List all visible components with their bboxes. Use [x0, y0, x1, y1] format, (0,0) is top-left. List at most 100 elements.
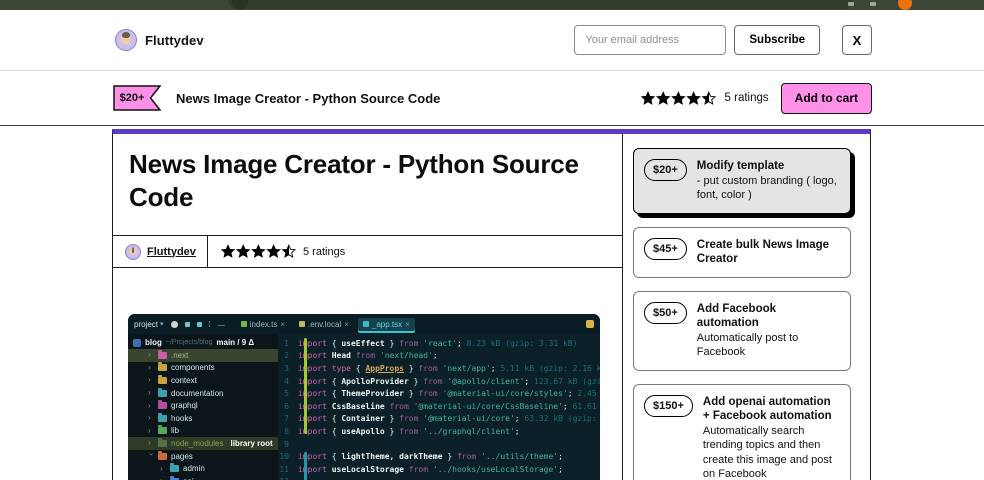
main-content: News Image Creator - Python Source Code …	[0, 126, 984, 480]
line-number: 7	[278, 414, 298, 423]
option-title: Create bulk News Image Creator	[697, 238, 840, 267]
code-line: 2import Head from 'next/head';	[278, 350, 600, 363]
folder-icon	[158, 377, 167, 384]
folder-icon	[158, 427, 167, 434]
tree-item: ›context	[128, 374, 278, 387]
address-bar[interactable]	[228, 0, 853, 9]
tab-label: index.ts	[250, 320, 278, 329]
code-panel: 1import { useEffect } from 'react'; 8.23…	[278, 334, 600, 480]
x-social-button[interactable]: X	[842, 25, 872, 55]
folder-icon	[170, 465, 179, 472]
folder-icon	[158, 453, 167, 460]
product-bar-title: News Image Creator - Python Source Code	[176, 91, 440, 106]
email-input[interactable]	[574, 25, 726, 55]
pricing-option[interactable]: $45+ Create bulk News Image Creator	[633, 227, 851, 278]
folder-icon	[158, 415, 167, 422]
folder-icon	[158, 352, 167, 359]
project-dropdown: project	[134, 320, 164, 329]
chevron-icon: ›	[148, 414, 154, 422]
option-price-pill: $50+	[644, 302, 687, 324]
chevron-icon: ›	[148, 376, 154, 384]
subscribe-button[interactable]: Subscribe	[734, 25, 820, 55]
option-title: Add openai automation + Facebook automat…	[703, 395, 840, 424]
line-number: 4	[278, 377, 298, 386]
code-line: 1import { useEffect } from 'react'; 8.23…	[278, 337, 600, 350]
editor-tab: .env.local	[294, 318, 354, 331]
tree-item: ›pages	[128, 450, 278, 463]
product-container: News Image Creator - Python Source Code …	[112, 129, 871, 480]
product-image: project index.ts .env.local _app.tsx	[128, 314, 600, 480]
code-line: 12	[278, 476, 600, 480]
tree-item: ›.next	[128, 349, 278, 362]
option-title: Modify template	[697, 159, 840, 174]
file-type-icon	[363, 321, 369, 327]
line-number: 1	[278, 339, 298, 348]
code-line: 11import useLocalStorage from '../hooks/…	[278, 463, 600, 476]
more-icon	[209, 320, 211, 329]
rating-count: 5 ratings	[303, 246, 345, 258]
line-number: 6	[278, 402, 298, 411]
code-line: 8import { useApollo } from '../graphql/c…	[278, 425, 600, 438]
newsletter-form: Subscribe X	[574, 25, 872, 55]
option-title: Add Facebook automation	[697, 302, 840, 331]
file-tree: blog ~/Projects/blog main / 9 Δ ›.next›c…	[128, 334, 278, 480]
line-number: 10	[278, 452, 298, 461]
tab-close-icon	[405, 320, 410, 329]
seller-cell: Fluttydev	[113, 236, 208, 267]
tab-label: _app.tsx	[372, 320, 402, 329]
editor-topbar: project index.ts .env.local _app.tsx	[128, 314, 600, 334]
tree-item: ›graphql	[128, 399, 278, 412]
rating-count: 5 ratings	[725, 92, 769, 104]
folder-icon	[158, 390, 167, 397]
repo-name: blog	[145, 338, 162, 347]
site-header: Fluttydev Subscribe X	[0, 10, 984, 71]
pricing-options: $20+ Modify template - put custom brandi…	[633, 148, 851, 480]
panel-icon	[185, 322, 190, 327]
brand-logo[interactable]: Fluttydev	[115, 29, 204, 51]
line-number: 2	[278, 351, 298, 360]
line-number: 3	[278, 364, 298, 373]
chevron-icon: ›	[148, 439, 154, 447]
option-description: Automatically post to Facebook	[697, 331, 840, 360]
pricing-option[interactable]: $20+ Modify template - put custom brandi…	[633, 148, 851, 214]
code-line: 7import { Container } from '@material-ui…	[278, 413, 600, 426]
repo-icon	[133, 339, 141, 347]
code-line: 3import type { AppProps } from 'next/app…	[278, 362, 600, 375]
code-line: 10import { lightTheme, darkTheme } from …	[278, 450, 600, 463]
seller-link[interactable]: Fluttydev	[147, 246, 196, 258]
brand-avatar-icon	[115, 29, 137, 51]
chevron-icon: ›	[148, 427, 154, 435]
add-to-cart-button[interactable]: Add to cart	[781, 83, 872, 114]
pricing-option[interactable]: $50+ Add Facebook automation Automatical…	[633, 291, 851, 371]
code-line: 5import { ThemeProvider } from '@materia…	[278, 387, 600, 400]
option-description: - put custom branding ( logo, font, colo…	[697, 174, 840, 203]
tree-item: ›admin	[128, 462, 278, 475]
chevron-icon: ›	[148, 351, 154, 359]
folder-icon	[158, 364, 167, 371]
line-number: 11	[278, 465, 298, 474]
chevron-icon: ›	[148, 389, 154, 397]
file-type-icon	[241, 321, 247, 327]
option-description: Automatically search trending topics and…	[703, 424, 840, 480]
rating-cell: 5 ratings	[208, 236, 345, 267]
product-bar: $20+ News Image Creator - Python Source …	[0, 71, 984, 126]
code-line: 4import { ApolloProvider } from '@apollo…	[278, 375, 600, 388]
scroll-indicator	[304, 452, 307, 480]
scroll-indicator	[304, 338, 307, 434]
pricing-sidebar: $20+ Modify template - put custom brandi…	[624, 134, 870, 480]
tree-item: ›hooks	[128, 412, 278, 425]
editor-tab: index.ts	[236, 318, 290, 331]
tree-item: ›components	[128, 362, 278, 375]
browser-profile-avatar[interactable]	[898, 0, 912, 10]
extension-icon[interactable]	[870, 2, 876, 6]
tree-item: ›api	[128, 475, 278, 480]
pricing-option[interactable]: $150+ Add openai automation + Facebook a…	[633, 384, 851, 480]
run-icon	[171, 321, 178, 328]
tab-close-icon	[344, 320, 349, 329]
extension-icon[interactable]	[848, 2, 854, 6]
seller-row: Fluttydev	[113, 236, 622, 268]
browser-bar	[0, 0, 984, 10]
tab-label: .env.local	[308, 320, 341, 329]
title-section: News Image Creator - Python Source Code	[113, 134, 622, 236]
option-price-pill: $45+	[644, 238, 687, 260]
